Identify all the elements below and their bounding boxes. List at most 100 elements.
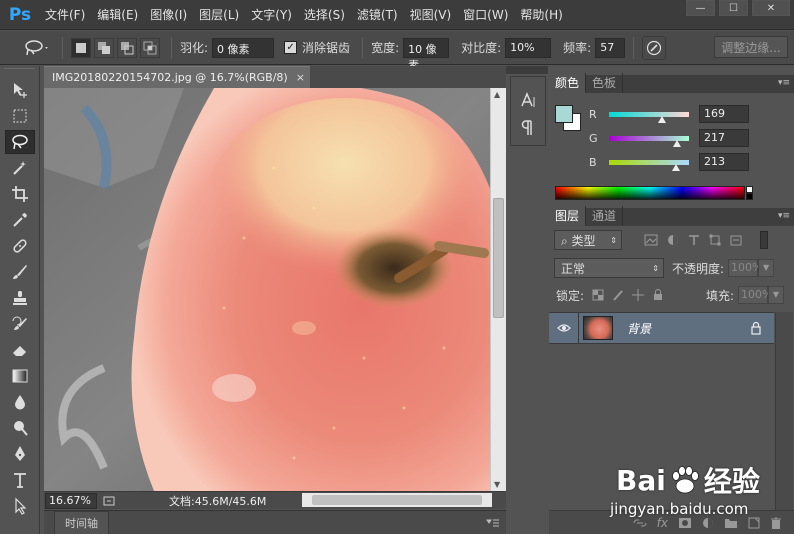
group-folder-icon[interactable] [724,517,738,529]
collapsed-panel-grip[interactable] [506,66,548,74]
minimize-button[interactable]: — [686,0,715,16]
layers-scrollbar[interactable] [775,312,793,510]
opacity-dropdown[interactable]: ▼ [758,259,775,277]
feather-input[interactable]: 0 像素 [212,37,275,58]
add-selection-button[interactable] [94,37,114,58]
new-layer-icon[interactable] [748,517,760,529]
toolbox-grip[interactable] [4,68,35,76]
tab-channels[interactable]: 通道 [586,206,624,226]
subtract-selection-button[interactable] [117,37,137,58]
lock-all-icon[interactable] [652,289,664,301]
type-tool[interactable] [5,468,35,492]
blend-mode-select[interactable]: 正常 ⇕ [554,258,664,278]
panel-menu-icon[interactable]: ▾≡ [778,78,790,88]
filter-toggle[interactable] [760,231,768,249]
menu-layer[interactable]: 图层(L) [194,6,244,23]
smart-object-filter-icon[interactable] [730,234,742,246]
eyedropper-tool[interactable] [5,208,35,232]
layer-mask-icon[interactable] [678,517,692,529]
brush-tool[interactable] [5,260,35,284]
refine-edge-button[interactable]: 调整边缘... [714,36,788,58]
adjustment-layer-icon[interactable] [702,517,714,529]
red-value-input[interactable]: 169 [699,105,749,123]
adjustment-filter-icon[interactable] [667,234,679,246]
red-slider-thumb[interactable] [658,115,667,123]
paragraph-panel-icon[interactable] [519,119,537,137]
vertical-scroll-thumb[interactable] [493,198,504,318]
lock-pixels-icon[interactable] [612,289,624,301]
gradient-tool[interactable] [5,364,35,388]
scroll-down-icon[interactable]: ▼ [494,480,500,489]
fx-icon[interactable]: fx [657,516,668,530]
menu-file[interactable]: 文件(F) [40,6,90,23]
blur-tool[interactable] [5,390,35,414]
image-canvas[interactable] [44,88,490,491]
trash-icon[interactable] [770,517,782,529]
healing-brush-tool[interactable] [5,234,35,258]
vertical-scrollbar[interactable]: ▲ ▼ [490,88,506,491]
black-swatch[interactable] [746,193,753,200]
close-tab-icon[interactable]: × [296,71,305,84]
layer-row-background[interactable]: 背景 [549,312,774,344]
image-filter-icon[interactable] [644,234,658,246]
new-selection-button[interactable] [71,37,91,58]
color-spectrum-bar[interactable] [555,186,745,200]
green-value-input[interactable]: 217 [699,129,749,147]
timeline-tab[interactable]: 时间轴 [54,511,109,534]
maximize-button[interactable]: ☐ [719,0,748,16]
menu-edit[interactable]: 编辑(E) [92,6,143,23]
shape-filter-icon[interactable] [709,234,721,246]
panel-menu-icon[interactable] [486,518,500,528]
opacity-input[interactable]: 100% [728,259,763,277]
lock-position-icon[interactable] [632,289,645,301]
magic-wand-tool[interactable] [5,156,35,180]
layer-name[interactable]: 背景 [627,320,651,337]
history-brush-tool[interactable] [5,312,35,336]
horizontal-scroll-thumb[interactable] [312,495,482,505]
fill-dropdown[interactable]: ▼ [768,286,784,304]
marquee-tool[interactable] [5,104,35,128]
tool-preset-picker[interactable] [20,33,54,63]
dodge-tool[interactable] [5,416,35,440]
frequency-input[interactable]: 57 [595,37,626,58]
menu-help[interactable]: 帮助(H) [515,6,567,23]
intersect-selection-button[interactable] [140,37,160,58]
horizontal-scrollbar[interactable] [302,493,492,507]
contrast-input[interactable]: 10% [505,37,552,58]
blue-slider-thumb[interactable] [671,163,680,171]
red-slider[interactable] [609,111,689,123]
blue-slider[interactable] [609,159,689,171]
tab-color[interactable]: 颜色 [549,73,587,93]
path-selection-tool[interactable] [5,494,35,518]
pen-tool[interactable] [5,442,35,466]
panel-menu-icon[interactable]: ▾≡ [778,211,790,221]
lasso-tool[interactable] [5,130,35,154]
visibility-toggle[interactable] [549,313,579,343]
document-tab[interactable]: IMG20180220154702.jpg @ 16.7%(RGB/8) × [44,66,310,88]
green-slider[interactable] [609,135,689,147]
menu-window[interactable]: 窗口(W) [458,6,513,23]
crop-tool[interactable] [5,182,35,206]
move-tool[interactable] [5,78,35,102]
menu-image[interactable]: 图像(I) [145,6,192,23]
character-panel-icon[interactable] [519,91,537,109]
fill-input[interactable]: 100% [738,286,772,304]
green-slider-thumb[interactable] [673,139,682,147]
type-filter-icon[interactable] [688,234,700,246]
filter-kind-select[interactable]: ⌕ 类型 ⇕ [554,230,622,250]
blue-value-input[interactable]: 213 [699,153,749,171]
white-swatch[interactable] [746,186,753,193]
export-icon[interactable] [103,495,115,507]
tablet-pressure-button[interactable] [642,35,667,60]
lock-transparent-icon[interactable] [592,289,604,301]
menu-filter[interactable]: 滤镜(T) [352,6,403,23]
eraser-tool[interactable] [5,338,35,362]
width-input[interactable]: 10 像素 [403,37,450,72]
menu-select[interactable]: 选择(S) [299,6,350,23]
menu-type[interactable]: 文字(Y) [246,6,297,23]
link-layers-icon[interactable] [633,518,647,528]
antialias-checkbox[interactable]: ✓ [284,41,298,54]
menu-view[interactable]: 视图(V) [405,6,457,23]
foreground-color-swatch[interactable] [555,105,573,123]
clone-stamp-tool[interactable] [5,286,35,310]
